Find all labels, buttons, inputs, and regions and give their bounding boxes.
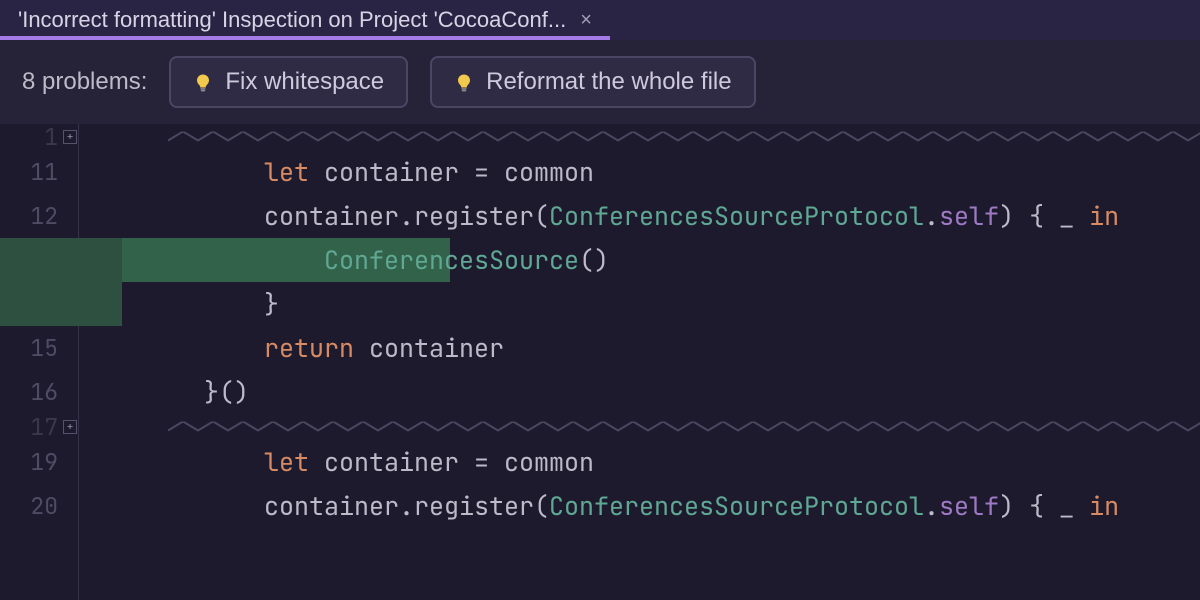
code-text: container.register(ConferencesSourceProt… [84,199,1119,233]
problems-count: 8 problems: [22,68,147,96]
fold-separator[interactable]: 1+ [0,124,1200,150]
code-line[interactable]: 16 }() [0,370,1200,414]
line-number: 12 [0,201,58,231]
line-number: 17 [0,412,58,442]
fold-separator[interactable]: 17 + [0,414,1200,440]
line-number: 15 [0,333,58,363]
line-number: 16 [0,377,58,407]
code-line[interactable]: 14 } [0,282,1200,326]
fold-expand-icon[interactable]: + [63,420,77,434]
bulb-icon [454,72,474,92]
code-line[interactable]: 13 ConferencesSource() [0,238,1200,282]
inspection-tab[interactable]: 'Incorrect formatting' Inspection on Pro… [0,0,610,40]
code-text: let container = common [84,155,594,189]
fix-whitespace-label: Fix whitespace [225,68,384,96]
code-line[interactable]: 12 container.register(ConferencesSourceP… [0,194,1200,238]
reformat-file-button[interactable]: Reformat the whole file [430,56,755,108]
tab-title: 'Incorrect formatting' Inspection on Pro… [18,7,566,33]
fix-whitespace-button[interactable]: Fix whitespace [169,56,408,108]
fold-expand-icon[interactable]: + [63,130,77,144]
code-editor[interactable]: 1+11 let container = common12 container.… [0,124,1200,600]
code-line[interactable]: 19 let container = common [0,440,1200,484]
tab-active-underline [0,36,610,40]
code-text: }() [84,375,249,409]
tab-bar: 'Incorrect formatting' Inspection on Pro… [0,0,1200,40]
line-number: 19 [0,447,58,477]
code-text: } [84,287,279,321]
inspection-toolbar: 8 problems: Fix whitespace Reformat the … [0,40,1200,124]
code-text: container.register(ConferencesSourceProt… [84,489,1119,523]
close-icon[interactable]: × [580,10,592,30]
code-text: ConferencesSource() [84,243,609,277]
line-number: 11 [0,157,58,187]
reformat-file-label: Reformat the whole file [486,68,731,96]
bulb-icon [193,72,213,92]
line-number: 1 [0,122,58,152]
code-text: return container [84,331,504,365]
code-line[interactable]: 15 return container [0,326,1200,370]
code-line[interactable]: 20 container.register(ConferencesSourceP… [0,484,1200,528]
code-text: let container = common [84,445,594,479]
code-line[interactable]: 11 let container = common [0,150,1200,194]
line-number: 20 [0,491,58,521]
